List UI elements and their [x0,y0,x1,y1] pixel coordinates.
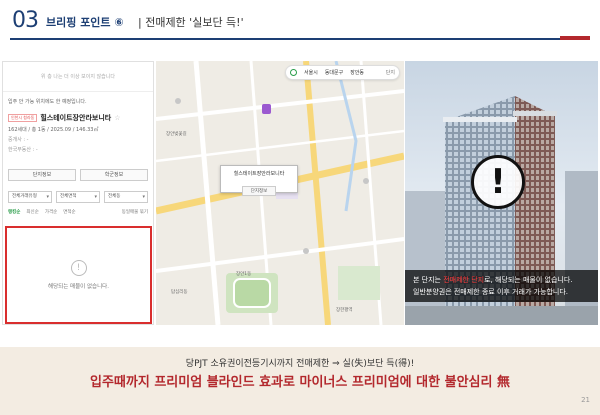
page-number: 21 [581,396,590,404]
complex-sub-2: 한국부동산 : - [8,147,38,153]
location-pin-icon [290,69,297,76]
building-select[interactable]: 전체동 [104,191,148,203]
exclamation-icon: ! [70,260,87,276]
complex-info-button[interactable]: 단지정보 [8,169,76,181]
section-number: 03 [12,8,39,33]
location-mode[interactable]: 단지 [386,69,395,76]
empty-result-box: ! 해당되는 매물이 없습니다. [5,226,152,324]
complex-name-row[interactable]: 인천시 청라동 힐스테이트장안라보니타 ☆ [3,113,153,123]
slide-header: 03 브리핑 포인트 ⑥ | 전매제한 '실보단 득!' [0,0,600,44]
location-city[interactable]: 서울시 [304,69,318,76]
sort-tab-ranking[interactable]: 랭킹순 [8,209,20,215]
caption-line-2: 일반분양권은 전매제한 종료 이후 거래가 가능합니다. [413,288,569,296]
caption-line-1: 본 단지는 전매제한 단지로, 해당되는 매물이 없습니다. [413,276,573,284]
caption-highlight: 전매제한 단지 [443,276,485,284]
warning-exclamation-icon: ! [471,155,525,209]
group-same-listings-toggle[interactable]: 동일매물 묶기 [122,209,148,215]
summary-line-1: 당PJT 소유권이전등기시까지 전매제한 ⇒ 실(失)보단 득(得)! [185,359,415,369]
summary-line-2: 입주때까지 프리미엄 블라인드 효과로 마이너스 프리미엄에 대한 불안심리 無 [90,375,510,390]
summary-band: 당PJT 소유권이전등기시까지 전매제한 ⇒ 실(失)보단 득(得)! 입주때까… [0,347,600,415]
sort-tab-area[interactable]: 면적순 [63,209,75,215]
listing-top-notice: 위 층 나는 더 이상 보이지 않습니다 [3,62,153,92]
header-accent [560,36,590,40]
header-divider [10,38,590,40]
map-label: 장안1동 [236,272,252,277]
section-subtitle: | 전매제한 '실보단 득!' [138,16,244,29]
sort-tab-price[interactable]: 가격순 [45,209,57,215]
building-photo: ! 본 단지는 전매제한 단지로, 해당되는 매물이 없습니다. 일반분양권은 … [405,61,598,325]
map-popup-button[interactable]: 단지정보 [241,186,277,196]
favorite-star-icon[interactable]: ☆ [114,114,120,122]
section-title: 브리핑 포인트 ⑥ [46,16,124,29]
school-info-button[interactable]: 학군정보 [80,169,148,181]
complex-map-marker[interactable] [262,104,271,114]
trade-type-select[interactable]: 전체거래유형 [8,191,52,203]
location-selector[interactable]: 서울시 동대문구 장안동 단지 [285,65,400,80]
map-label: 답십리동 [171,290,188,295]
listing-screenshot: 위 층 나는 더 이상 보이지 않습니다 입주 안 가능 위치에도 한 예정입니… [2,61,154,325]
photo-caption: 본 단지는 전매제한 단지로, 해당되는 매물이 없습니다. 일반분양권은 전매… [405,270,598,302]
area-select[interactable]: 전체면적 [56,191,100,203]
complex-name: 힐스테이트장안라보니타 [40,114,112,122]
region-badge: 인천시 청라동 [8,114,38,122]
map-popup-title: 힐스테이트장안라보니타 [233,171,285,177]
location-dong[interactable]: 장안동 [350,69,364,76]
map-screenshot[interactable]: 서울시 동대문구 장안동 단지 힐스테이트장안라보니타 단지정보 장안벚꽃길 장… [156,61,404,325]
listing-notice-row: 입주 안 가능 위치에도 한 예정입니다. [8,99,87,105]
map-popup: 힐스테이트장안라보니타 단지정보 [220,165,298,196]
empty-result-message: 해당되는 매물이 없습니다. [48,284,109,290]
complex-sub-1: 중개사 : - [8,137,29,143]
sort-tab-latest[interactable]: 최신순 [26,209,38,215]
map-label: 장안벚꽃길 [166,132,187,137]
map-label: 장한평역 [336,308,353,313]
complex-detail: 162세대 / 총 1동 / 2025.09 / 146.33㎡ [8,127,99,133]
location-district[interactable]: 동대문구 [325,69,343,76]
